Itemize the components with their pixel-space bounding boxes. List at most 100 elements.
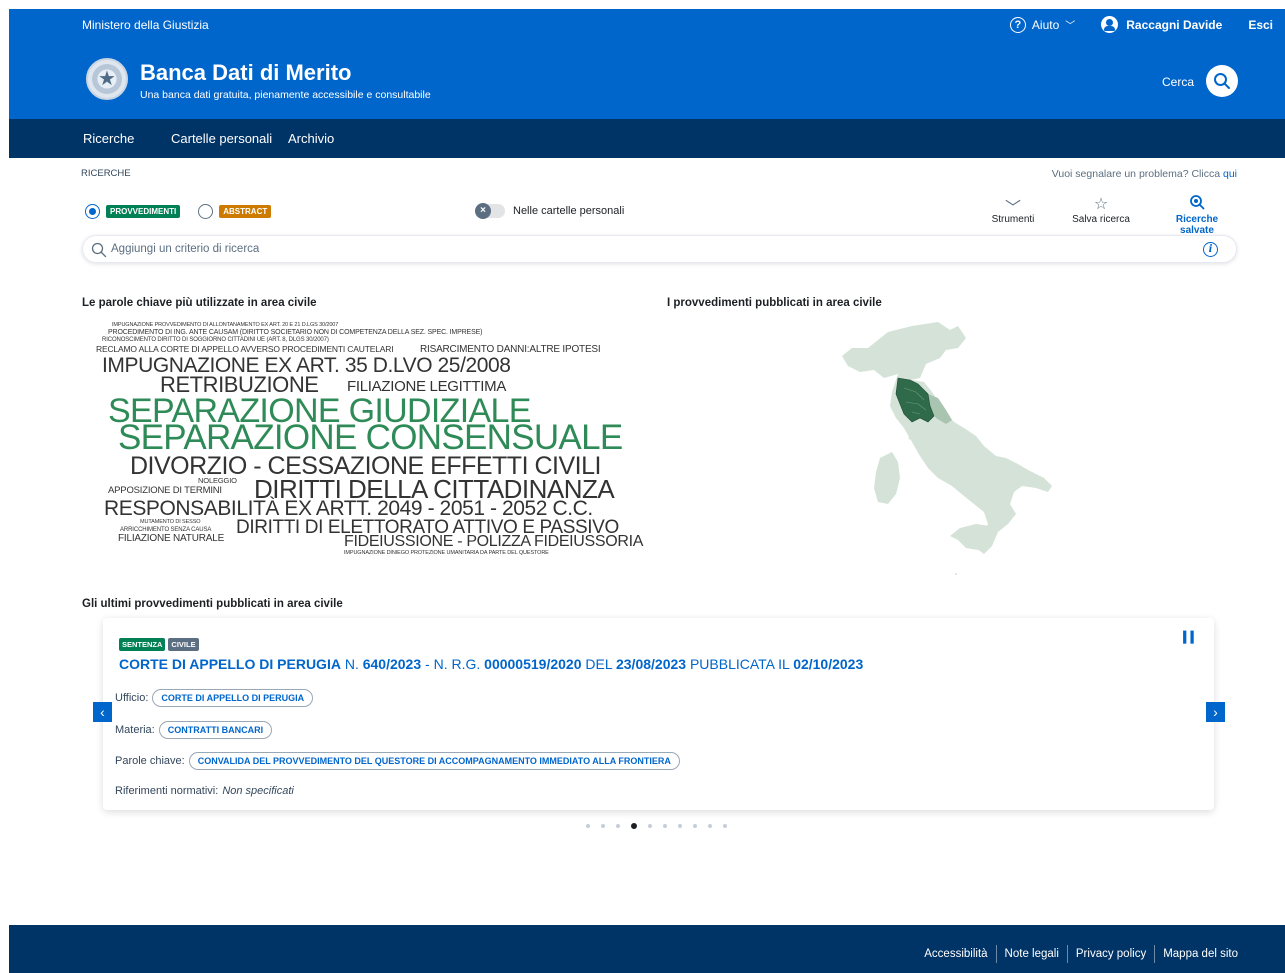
cloud-word[interactable]: RECLAMO ALLA CORTE DI APPELLO AVVERSO PR… [96,345,394,354]
site-title[interactable]: Banca Dati di Merito [140,60,351,86]
chevron-down-icon: ﹀ [1065,21,1076,32]
footer-link-note-legali[interactable]: Note legali [1005,948,1059,960]
map-island [955,573,957,575]
footer-link-privacy[interactable]: Privacy policy [1076,948,1146,960]
nav-item-ricerche[interactable]: Ricerche [72,131,150,161]
cloud-word[interactable]: APPOSIZIONE DI TERMINI [108,486,222,496]
decision-court: CORTE DI APPELLO DI PERUGIA [119,656,341,672]
header-search-button[interactable] [1206,65,1238,97]
footer-links: Accessibilità Note legali Privacy policy… [924,945,1238,963]
footer-separator [1154,945,1156,963]
decision-rg-number: 00000519/2020 [484,656,582,672]
cloud-word[interactable]: RESPONSABILITÀ EX ARTT. 2049 - 2051 - 20… [104,498,593,519]
radio-provvedimenti[interactable] [85,204,100,219]
report-problem: Vuoi segnalare un problema? Clicca qui [1052,168,1237,180]
footer-link-sitemap[interactable]: Mappa del sito [1163,948,1238,960]
keywords-row: Parole chiave: CONVALIDA DEL PROVVEDIMEN… [115,752,680,770]
italy-map [842,322,1052,575]
help-icon: ? [1009,16,1026,33]
cloud-word[interactable]: NOLEGGIO [198,477,237,485]
decision-del-label: DEL [585,656,613,672]
cloud-word[interactable]: RICONOSCIMENTO DIRITTO DI SOGGIORNO CITT… [102,337,329,343]
latest-section-title: Gli ultimi provvedimenti pubblicati in a… [82,598,343,610]
carousel-dot[interactable] [648,824,652,828]
materia-row: Materia: CONTRATTI BANCARI [115,721,273,739]
help-label: Aiuto [1031,17,1060,32]
saved-searches-button[interactable]: Ricerche salvate [1162,194,1232,236]
radio-abstract[interactable] [198,204,214,219]
pause-icon[interactable]: ▍▍ [1183,631,1199,644]
decision-tags: SENTENZA CIVILE [119,638,199,651]
materia-chip[interactable]: CONTRATTI BANCARI [158,721,273,739]
carousel-dot[interactable] [616,824,620,828]
page: Ministero della Giustizia ? Aiuto ﹀ Racc… [0,0,1285,973]
tools-label: Strumenti [991,214,1035,225]
materia-label: Materia: [115,724,155,736]
cloud-word[interactable]: MUTAMENTO DI SESSO [140,519,201,526]
footer-link-accessibilita[interactable]: Accessibilità [924,948,987,960]
references-value: Non specificati [222,785,294,797]
cloud-word[interactable]: SEPARAZIONE CONSENSUALE [118,420,623,455]
help-menu[interactable]: ? Aiuto ﹀ [1009,16,1076,33]
cloud-word[interactable]: FILIAZIONE NATURALE [118,534,224,544]
carousel-dot[interactable] [708,824,712,828]
carousel-prev-button[interactable]: ‹ [93,702,112,722]
latest-decision-card[interactable]: SENTENZA CIVILE ▍▍ CORTE DI APPELLO DI P… [103,618,1214,810]
ufficio-row: Ufficio: CORTE DI APPELLO DI PERUGIA [115,689,314,707]
carousel-next-button[interactable]: › [1206,702,1225,722]
carousel-dot[interactable] [631,823,637,829]
search-label: Cerca [1161,75,1194,89]
personal-folders-toggle-label: Nelle cartelle personali [513,205,625,217]
map-section-title: I provvedimenti pubblicati in area civil… [667,297,882,309]
decision-pub-date: 02/10/2023 [793,656,864,672]
carousel-dot[interactable] [693,824,697,828]
decision-pub-label: PUBBLICATA IL [689,656,790,672]
carousel-dot[interactable] [678,824,682,828]
decision-number: 640/2023 [362,656,422,672]
carousel-dot[interactable] [586,824,590,828]
cloud-word[interactable]: FIDEIUSSIONE - POLIZZA FIDEIUSSORIA [344,534,643,550]
user-icon [1101,16,1119,33]
tools-button[interactable]: ﹀ Strumenti [978,194,1048,225]
cloud-word[interactable]: PROCEDIMENTO DI ING. ANTE CAUSAM (DIRITT… [108,329,482,336]
search-icon [91,242,107,258]
footer-separator [995,945,997,963]
map-mainland[interactable] [842,322,1052,554]
cloud-word[interactable]: IMPUGNAZIONE PROVVEDIMENTO DI ALLONTANAM… [112,322,338,329]
keyword-word-cloud: IMPUGNAZIONE PROVVEDIMENTO DI ALLONTANAM… [82,318,643,568]
search-icon [1214,73,1230,89]
personal-folders-toggle[interactable]: × [475,203,505,219]
carousel-dot[interactable] [723,824,727,828]
carousel-dot[interactable] [601,824,605,828]
info-icon[interactable]: i [1203,242,1218,257]
user-menu[interactable]: Raccagni Davide [1101,16,1222,33]
decision-area-tag: CIVILE [168,638,199,651]
map-sardinia[interactable] [874,452,900,504]
user-name: Raccagni Davide [1126,17,1223,32]
ufficio-chip[interactable]: CORTE DI APPELLO DI PERUGIA [152,689,314,707]
organization-link[interactable]: Ministero della Giustizia [82,18,209,32]
criteria-search-input[interactable] [111,240,1191,258]
cloud-word[interactable]: IMPUGNAZIONE DINIEGO PROTEZIONE UMANITAR… [344,550,549,557]
footer: Accessibilità Note legali Privacy policy… [9,925,1285,973]
footer-separator [1066,945,1068,963]
saved-search-icon [1162,194,1232,214]
decision-rg-label: - N. R.G. [425,656,481,672]
republic-emblem-logo[interactable] [86,58,128,100]
carousel-dot[interactable] [663,824,667,828]
main-nav: Ricerche Cartelle personali Archivio [9,119,1285,161]
report-problem-link[interactable]: qui [1223,168,1237,180]
carousel-pagination [586,823,727,829]
slim-header: Ministero della Giustizia ? Aiuto ﹀ Racc… [9,9,1285,40]
center-header: Banca Dati di Merito Una banca dati grat… [9,40,1285,119]
save-search-button[interactable]: ☆ Salva ricerca [1066,194,1136,225]
keyword-chip[interactable]: CONVALIDA DEL PROVVEDIMENTO DEL QUESTORE… [188,752,680,770]
save-search-label: Salva ricerca [1072,214,1130,225]
decision-headline[interactable]: CORTE DI APPELLO DI PERUGIA N. 640/2023 … [119,656,863,672]
decision-n-label: N. [344,656,359,672]
logout-link[interactable]: Esci [1248,18,1273,32]
nav-item-archivio[interactable]: Archivio [288,131,334,146]
nav-item-cartelle-personali[interactable]: Cartelle personali [171,131,272,146]
search-type-radio-group: PROVVEDIMENTI ABSTRACT [85,204,272,219]
map-island [908,436,912,440]
